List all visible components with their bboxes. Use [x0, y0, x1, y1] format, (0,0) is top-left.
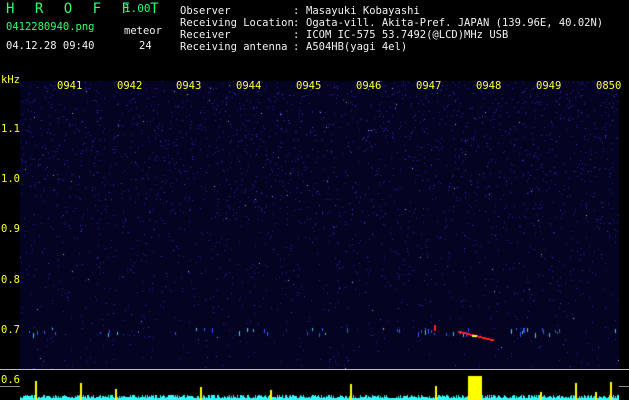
freq-tick: 1.0	[1, 173, 20, 185]
date-time: 04.12.28 09:40	[6, 40, 95, 52]
time-tick: 0941	[57, 80, 83, 92]
meteor-count: 24	[139, 40, 152, 52]
freq-tick: 0.7	[1, 324, 20, 336]
receiver-sep: :	[293, 29, 300, 41]
freq-tick: 0.6	[1, 374, 20, 386]
antenna-label: Receiving antenna	[180, 41, 288, 53]
time-tick: 0942	[117, 80, 143, 92]
freq-tick: 0.9	[1, 223, 20, 235]
freq-tick: 1.1	[1, 123, 20, 135]
time-tick: 0949	[536, 80, 562, 92]
receiver-label: Receiver	[180, 29, 231, 41]
observer-value: Masayuki Kobayashi	[306, 5, 420, 17]
time-tick: 0946	[356, 80, 382, 92]
antenna-value: A504HB(yagi 4el)	[306, 41, 408, 53]
app-version: 1.00	[124, 2, 151, 15]
location-sep: :	[293, 17, 300, 29]
spectrogram-canvas	[20, 81, 619, 369]
time-tick: 0850	[596, 80, 622, 92]
receiver-value: ICOM IC-575 53.7492(@LCD)MHz USB	[306, 29, 509, 41]
location-label: Receiving Location	[180, 17, 294, 29]
freq-tick: 0.8	[1, 274, 20, 286]
location-value: Ogata-vill. Akita-Pref. JAPAN (139.96E, …	[306, 17, 604, 29]
time-tick: 0944	[236, 80, 262, 92]
spectrogram-waterfall	[20, 81, 619, 369]
observer-sep: :	[293, 5, 300, 17]
time-tick: 0947	[416, 80, 442, 92]
observer-label: Observer	[180, 5, 231, 17]
divider-line	[0, 369, 629, 370]
time-tick: 0943	[176, 80, 202, 92]
time-tick: 0945	[296, 80, 322, 92]
signal-monitor	[20, 372, 619, 400]
meteor-label: meteor	[124, 25, 162, 37]
time-tick: 0948	[476, 80, 502, 92]
file-name: 0412280940.png	[6, 21, 95, 33]
antenna-sep: :	[293, 41, 300, 53]
axis-unit-label: kHz	[1, 74, 20, 86]
